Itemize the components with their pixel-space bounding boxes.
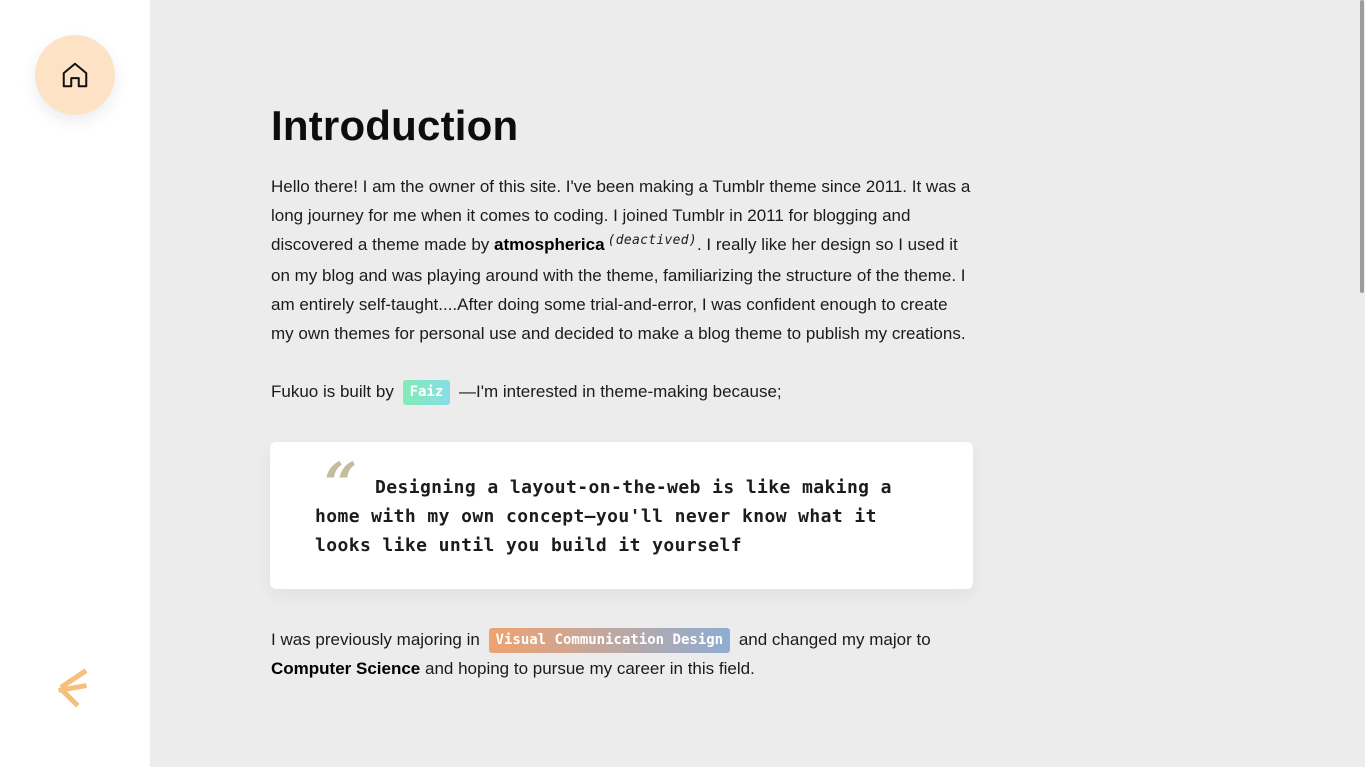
- old-major-tag[interactable]: Visual Communication Design: [488, 628, 731, 653]
- built-by-prefix: Fukuo is built by: [271, 382, 399, 401]
- article: Introduction Hello there! I am the owner…: [270, 98, 976, 683]
- major-paragraph: I was previously majoring in Visual Comm…: [271, 625, 976, 683]
- quote-card: “ Designing a layout-on-the-web is like …: [270, 442, 973, 589]
- scrollbar-thumb[interactable]: [1360, 0, 1364, 293]
- quote-text: Designing a layout-on-the-web is like ma…: [315, 477, 892, 556]
- intro-paragraph: Hello there! I am the owner of this site…: [271, 172, 971, 348]
- fukuo-logo-mark[interactable]: [55, 665, 95, 710]
- sidebar: [0, 0, 150, 767]
- scrollbar[interactable]: [1358, 0, 1365, 767]
- quote-mark-icon: “: [324, 450, 358, 518]
- home-icon: [62, 62, 88, 88]
- home-button[interactable]: [35, 35, 115, 115]
- author-name: atmospherica: [494, 235, 605, 254]
- major-suffix: and hoping to pursue my career in this f…: [420, 659, 755, 678]
- deactived-note: (deactived): [607, 233, 697, 248]
- new-major: Computer Science: [271, 659, 421, 678]
- major-prefix: I was previously majoring in: [271, 630, 485, 649]
- built-by-suffix: —I'm interested in theme-making because;: [454, 382, 782, 401]
- page-title: Introduction: [271, 102, 519, 149]
- major-middle: and changed my major to: [734, 630, 931, 649]
- built-by-paragraph: Fukuo is built by Faiz —I'm interested i…: [271, 377, 976, 406]
- author-tag[interactable]: Faiz: [402, 380, 451, 405]
